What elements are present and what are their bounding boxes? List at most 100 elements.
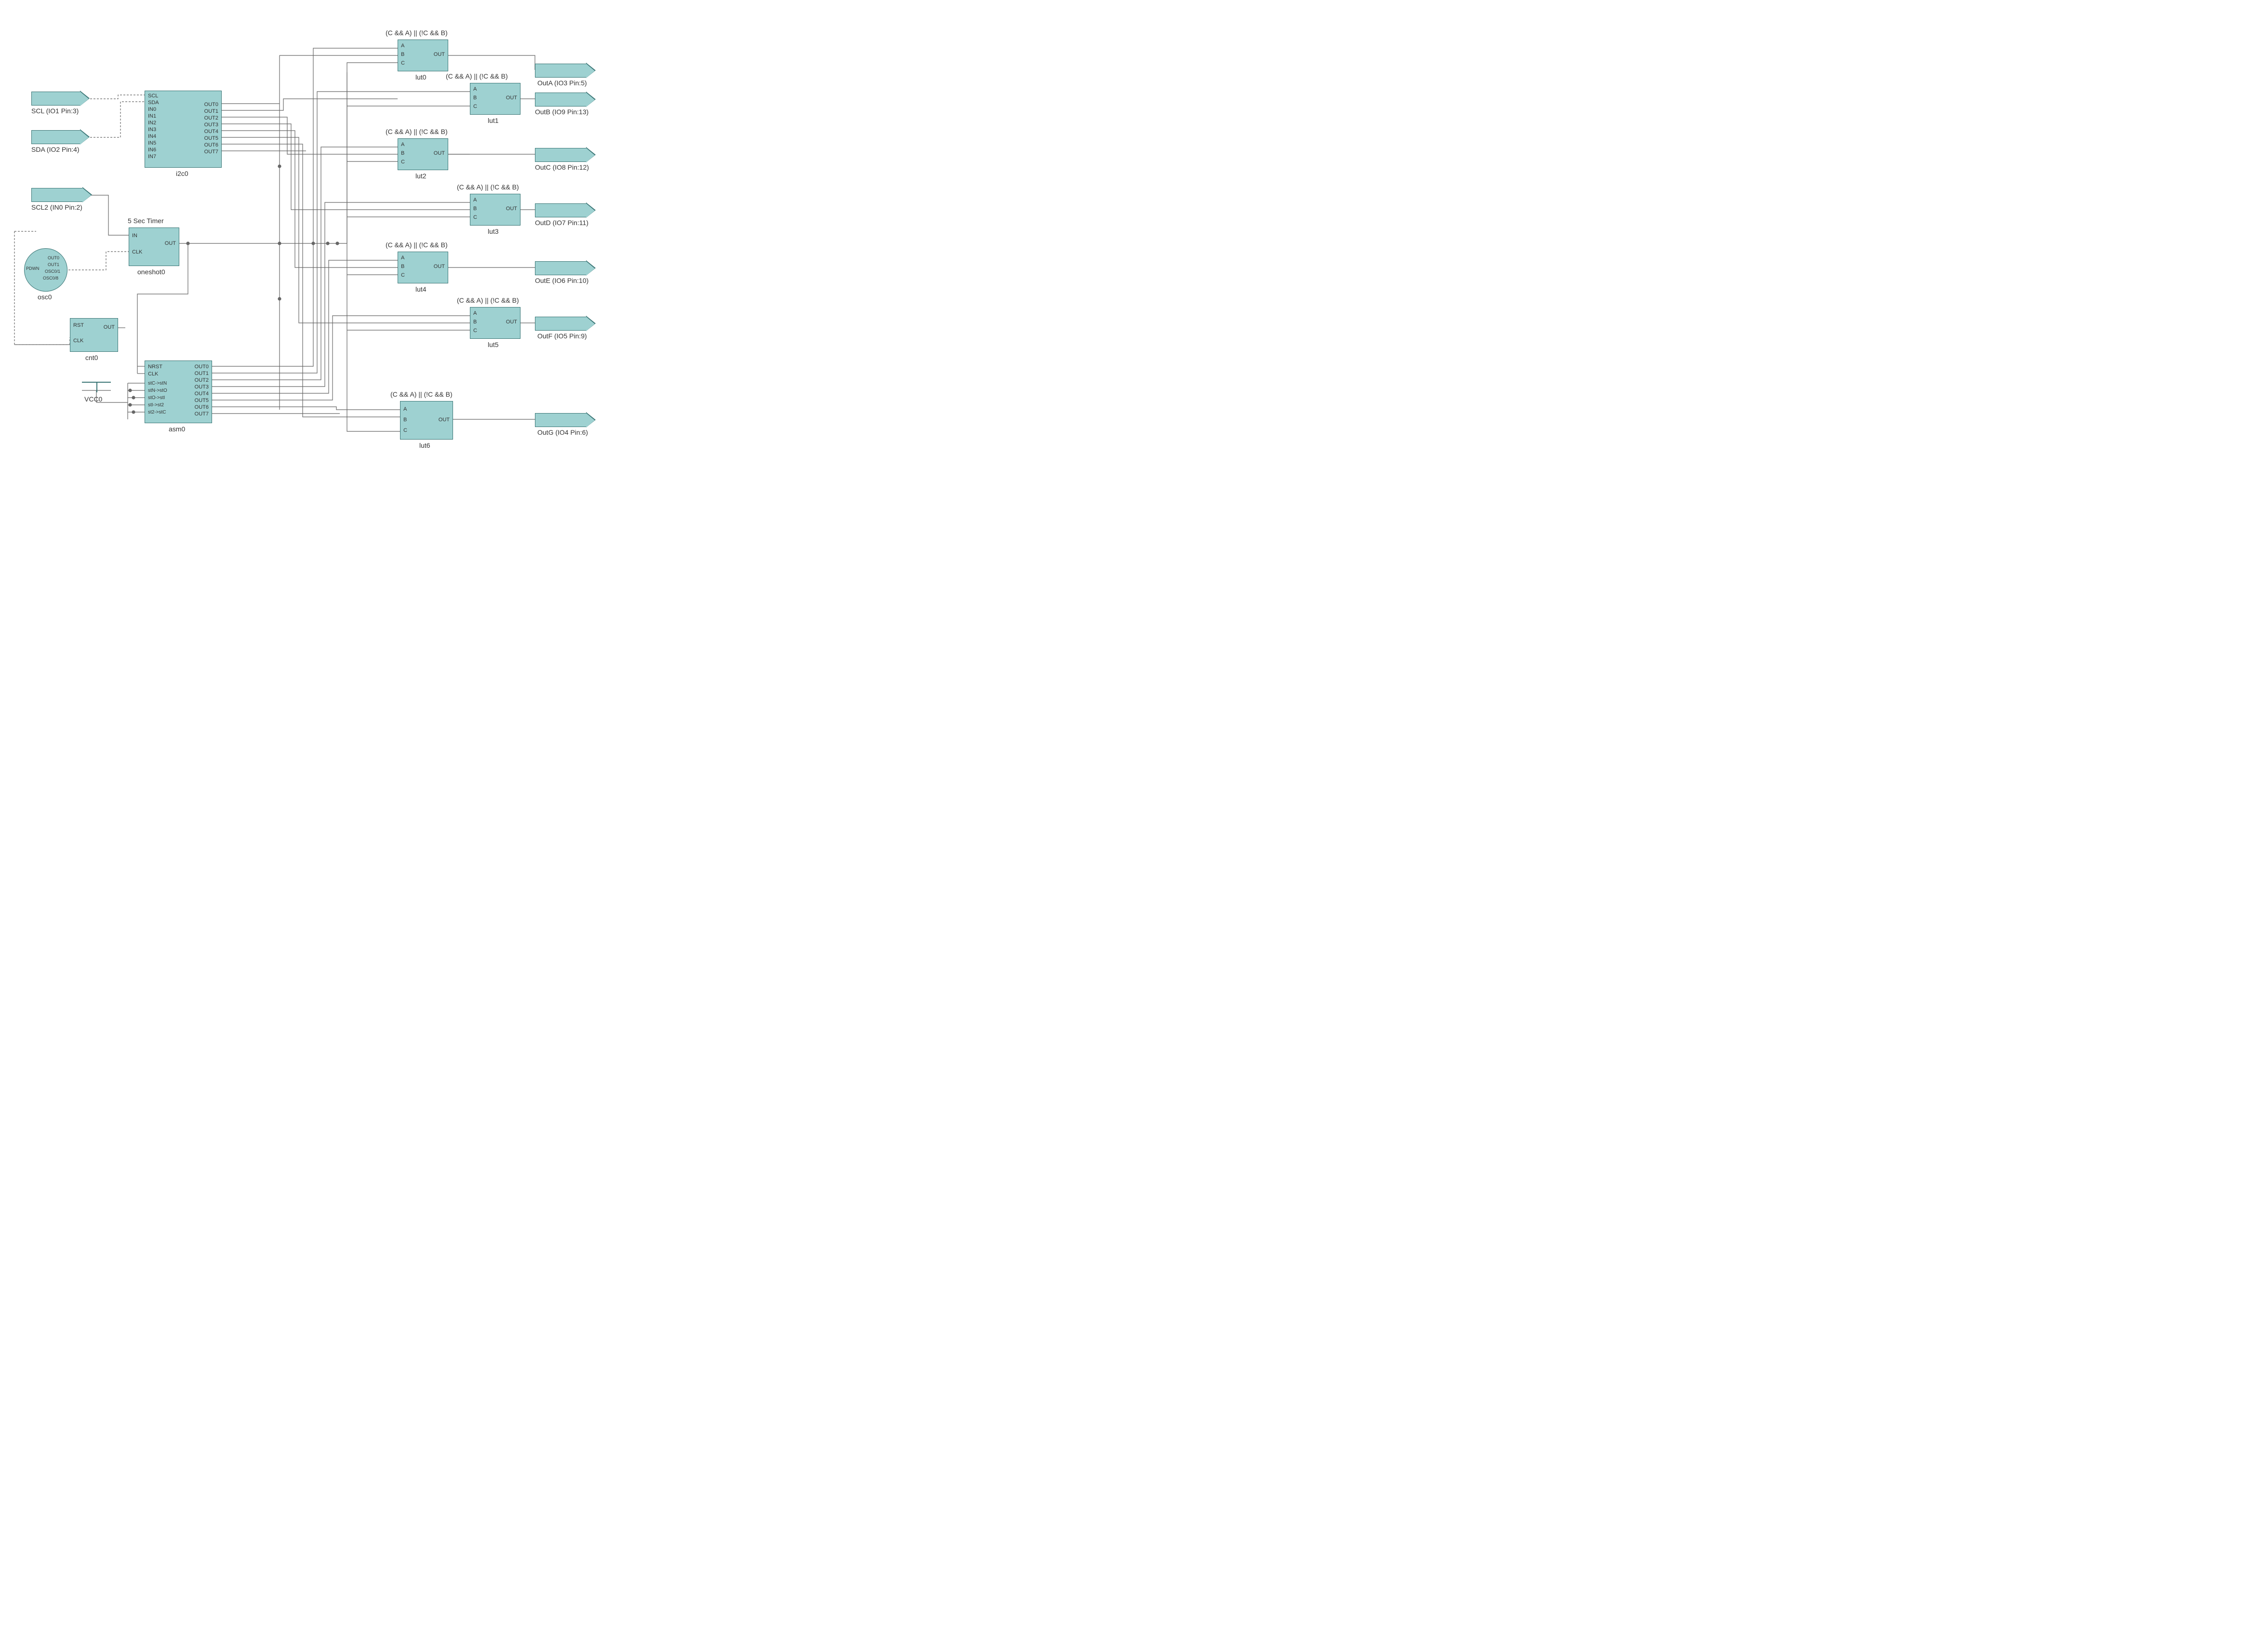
port-outd: [535, 203, 587, 217]
lut3-c: C: [473, 214, 477, 220]
lut1-out: OUT: [506, 95, 517, 101]
i2c-in5: IN5: [148, 140, 156, 146]
osc-pdwn: PDWN: [26, 266, 40, 271]
lut2-label: lut2: [415, 172, 427, 180]
diagram-canvas: SCL (IO1 Pin:3) SDA (IO2 Pin:4) SCL2 (IN…: [10, 10, 627, 472]
lut3-out: OUT: [506, 206, 517, 212]
lut0-block: A B C OUT: [398, 40, 448, 71]
lut0-a: A: [401, 43, 404, 49]
lut2-formula: (C && A) || (!C && B): [386, 128, 448, 135]
asm-out7: OUT7: [195, 411, 209, 417]
lut5-out: OUT: [506, 319, 517, 325]
lut4-label: lut4: [415, 285, 427, 293]
i2c-in2: IN2: [148, 120, 156, 126]
i2c0-block: SCL SDA IN0 IN1 IN2 IN3 IN4 IN5 IN6 IN7 …: [145, 91, 222, 168]
asm-out1: OUT1: [195, 371, 209, 376]
lut1-block: A B C OUT: [470, 83, 520, 115]
port-scl: [31, 92, 80, 106]
i2c-in7: IN7: [148, 154, 156, 160]
lut3-formula: (C && A) || (!C && B): [457, 183, 519, 191]
port-sda: [31, 130, 80, 144]
lut5-label: lut5: [488, 341, 499, 348]
port-outc-label: OutC (IO8 Pin:12): [535, 163, 589, 171]
lut0-label: lut0: [415, 73, 427, 81]
cnt-rst: RST: [73, 322, 84, 328]
lut6-a: A: [403, 406, 407, 412]
osc-out1: OUT1: [48, 262, 59, 267]
lut4-formula: (C && A) || (!C && B): [386, 241, 448, 249]
port-outc: [535, 148, 587, 162]
i2c0-label: i2c0: [176, 170, 188, 177]
i2c-out1: OUT1: [204, 108, 218, 114]
lut0-c: C: [401, 60, 405, 66]
lut1-label: lut1: [488, 117, 499, 124]
asm0-label: asm0: [169, 425, 185, 433]
asm-out4: OUT4: [195, 391, 209, 397]
lut6-formula: (C && A) || (!C && B): [390, 390, 453, 398]
asm-nrst: NRST: [148, 364, 162, 370]
lut1-c: C: [473, 104, 477, 109]
asm-t2: stO->stI: [148, 395, 165, 401]
i2c-in4: IN4: [148, 134, 156, 139]
i2c-in0: IN0: [148, 107, 156, 112]
oneshot-in: IN: [132, 233, 137, 239]
osc-osc01: OSC0/1: [45, 269, 60, 274]
lut0-b: B: [401, 52, 404, 57]
lut0-formula: (C && A) || (!C && B): [386, 29, 448, 37]
lut3-a: A: [473, 197, 477, 203]
i2c-sda: SDA: [148, 100, 159, 106]
lut3-label: lut3: [488, 227, 499, 235]
lut3-b: B: [473, 206, 477, 212]
oneshot0-label: oneshot0: [137, 268, 165, 276]
lut1-a: A: [473, 86, 477, 92]
port-outa-label: OutA (IO3 Pin:5): [537, 79, 587, 87]
lut6-out: OUT: [439, 417, 450, 423]
cnt0-block: RST CLK OUT: [70, 318, 118, 352]
lut2-c: C: [401, 159, 405, 165]
wires-layer: [10, 10, 627, 472]
oneshot-title: 5 Sec Timer: [128, 217, 164, 225]
asm-t0: stC->stN: [148, 381, 167, 386]
i2c-in3: IN3: [148, 127, 156, 133]
asm-out3: OUT3: [195, 384, 209, 390]
cnt-clk: CLK: [73, 338, 83, 344]
lut5-c: C: [473, 328, 477, 334]
osc0-label: osc0: [38, 293, 52, 301]
port-outa: [535, 64, 587, 78]
vcc0-label: VCC0: [84, 395, 102, 403]
port-outb-label: OutB (IO9 Pin:13): [535, 108, 588, 116]
lut2-b: B: [401, 150, 404, 156]
lut0-out: OUT: [434, 52, 445, 57]
lut4-b: B: [401, 264, 404, 269]
lut2-block: A B C OUT: [398, 138, 448, 170]
osc-out0: OUT0: [48, 255, 59, 260]
lut5-formula: (C && A) || (!C && B): [457, 296, 519, 304]
port-scl2-label: SCL2 (IN0 Pin:2): [31, 203, 82, 211]
i2c-out3: OUT3: [204, 122, 218, 128]
port-outb: [535, 93, 587, 107]
oneshot0-block: IN CLK OUT: [129, 227, 179, 266]
asm-out6: OUT6: [195, 404, 209, 410]
i2c-out6: OUT6: [204, 142, 218, 148]
cnt0-label: cnt0: [85, 354, 98, 361]
lut5-a: A: [473, 310, 477, 316]
port-sda-label: SDA (IO2 Pin:4): [31, 146, 80, 153]
asm-out2: OUT2: [195, 377, 209, 383]
osc0-block: PDWN OUT0 OUT1 OSC0/1 OSC0/8: [24, 248, 67, 292]
i2c-out2: OUT2: [204, 115, 218, 121]
lut4-a: A: [401, 255, 404, 261]
lut5-b: B: [473, 319, 477, 325]
lut6-label: lut6: [419, 441, 430, 449]
i2c-in1: IN1: [148, 113, 156, 119]
lut5-block: A B C OUT: [470, 307, 520, 339]
lut2-a: A: [401, 142, 404, 147]
lut6-block: A B C OUT: [400, 401, 453, 440]
port-outf-label: OutF (IO5 Pin:9): [537, 332, 587, 340]
oneshot-clk: CLK: [132, 249, 142, 255]
port-oute: [535, 261, 587, 275]
port-outg: [535, 413, 587, 427]
i2c-out0: OUT0: [204, 102, 218, 107]
port-scl-label: SCL (IO1 Pin:3): [31, 107, 79, 115]
cnt-out: OUT: [104, 324, 115, 330]
lut4-out: OUT: [434, 264, 445, 269]
